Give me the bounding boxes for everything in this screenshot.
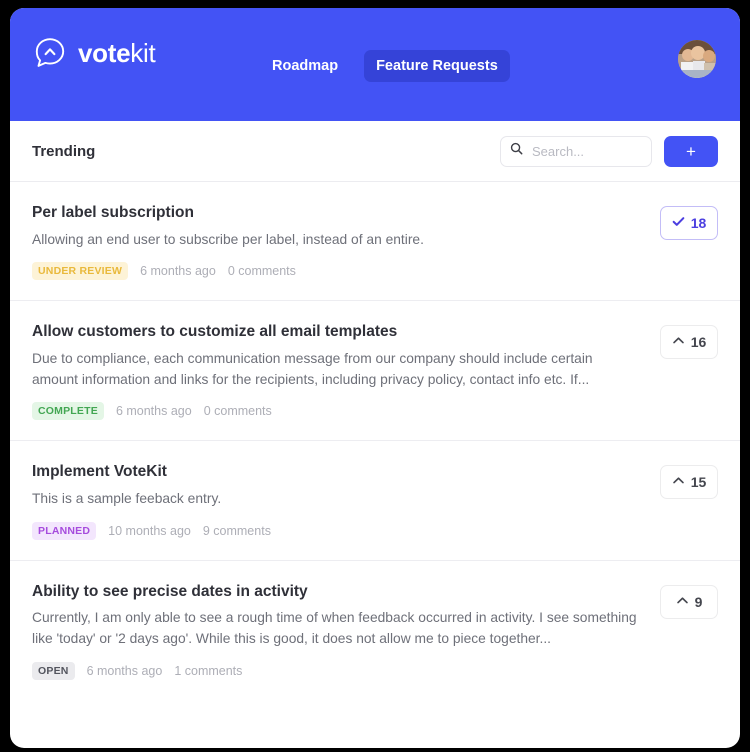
feature-request-meta: UNDER REVIEW 6 months ago 0 comments bbox=[32, 262, 640, 281]
vote-button[interactable]: 15 bbox=[660, 465, 718, 500]
comments-count: 0 comments bbox=[227, 264, 296, 279]
vote-count: 15 bbox=[690, 474, 707, 491]
vote-button[interactable]: 9 bbox=[660, 584, 718, 619]
vote-icon bbox=[676, 594, 689, 610]
app-window: votekit Roadmap Feature Requests Trendin… bbox=[10, 8, 740, 748]
section-title: Trending bbox=[32, 142, 96, 160]
feature-request-content: Per label subscription Allowing an end u… bbox=[32, 204, 660, 281]
feature-request-title: Per label subscription bbox=[32, 204, 194, 221]
feature-request-description: Due to compliance, each communication me… bbox=[32, 350, 593, 387]
app-header: votekit Roadmap Feature Requests bbox=[10, 8, 740, 121]
vote-count: 18 bbox=[690, 215, 707, 231]
age-text: 10 months ago bbox=[108, 523, 191, 538]
age-text: 6 months ago bbox=[86, 663, 163, 678]
feature-request-meta: PLANNED 10 months ago 9 comments bbox=[32, 521, 640, 540]
feature-request-description: This is a sample feeback entry. bbox=[32, 490, 222, 506]
status-badge: OPEN bbox=[32, 661, 75, 680]
feature-request-list: Per label subscription Allowing an end u… bbox=[10, 182, 740, 700]
comments-count: 0 comments bbox=[203, 404, 272, 419]
feature-request-row-0[interactable]: Per label subscription Allowing an end u… bbox=[10, 182, 740, 302]
feature-request-description: Allowing an end user to subscribe per la… bbox=[32, 231, 424, 247]
status-badge: PLANNED bbox=[32, 521, 97, 540]
main-nav: Roadmap Feature Requests bbox=[260, 50, 510, 82]
feature-request-title: Ability to see precise dates in activity bbox=[32, 582, 308, 600]
add-feature-request-button[interactable]: + bbox=[664, 135, 718, 167]
feature-request-title: Allow customers to customize all email t… bbox=[32, 323, 398, 341]
vote-count: 9 bbox=[694, 593, 703, 610]
nav-item-feature-requests[interactable]: Feature Requests bbox=[364, 50, 510, 82]
feature-request-content: Ability to see precise dates in activity… bbox=[32, 583, 660, 680]
votekit-speech-bubble-chevron-icon bbox=[32, 35, 68, 71]
user-avatar[interactable] bbox=[678, 40, 716, 78]
list-toolbar: Trending + bbox=[10, 121, 740, 182]
age-text: 6 months ago bbox=[115, 404, 192, 419]
vote-button[interactable]: 16 bbox=[660, 325, 718, 360]
vote-icon bbox=[672, 334, 685, 350]
age-text: 6 months ago bbox=[140, 264, 216, 279]
vote-count: 16 bbox=[690, 334, 707, 351]
vote-button[interactable]: 18 bbox=[660, 206, 718, 240]
brand-name-light: kit bbox=[130, 38, 156, 68]
status-badge: UNDER REVIEW bbox=[32, 262, 129, 281]
feature-request-row-1[interactable]: Allow customers to customize all email t… bbox=[10, 301, 740, 442]
nav-item-roadmap[interactable]: Roadmap bbox=[260, 50, 350, 82]
search-icon bbox=[510, 142, 523, 160]
toolbar-actions: + bbox=[500, 135, 718, 167]
comments-count: 1 comments bbox=[174, 663, 243, 678]
search-input[interactable] bbox=[530, 142, 642, 160]
feature-request-title: Implement VoteKit bbox=[32, 463, 167, 481]
brand-logo[interactable]: votekit bbox=[32, 35, 156, 71]
vote-icon bbox=[672, 474, 685, 490]
comments-count: 9 comments bbox=[202, 523, 271, 538]
feature-request-row-3[interactable]: Ability to see precise dates in activity… bbox=[10, 561, 740, 700]
status-badge: COMPLETE bbox=[32, 402, 104, 421]
feature-request-content: Implement VoteKit This is a sample feeba… bbox=[32, 463, 660, 540]
feature-request-row-2[interactable]: Implement VoteKit This is a sample feeba… bbox=[10, 441, 740, 561]
feature-request-description: Currently, I am only able to see a rough… bbox=[32, 610, 637, 646]
search-box[interactable] bbox=[500, 135, 652, 167]
feature-request-meta: OPEN 6 months ago 1 comments bbox=[32, 661, 640, 680]
feature-request-meta: COMPLETE 6 months ago 0 comments bbox=[32, 402, 640, 421]
brand-name-bold: vote bbox=[78, 38, 131, 68]
vote-icon bbox=[672, 215, 685, 231]
brand-name: votekit bbox=[78, 38, 156, 68]
feature-request-content: Allow customers to customize all email t… bbox=[32, 323, 660, 421]
